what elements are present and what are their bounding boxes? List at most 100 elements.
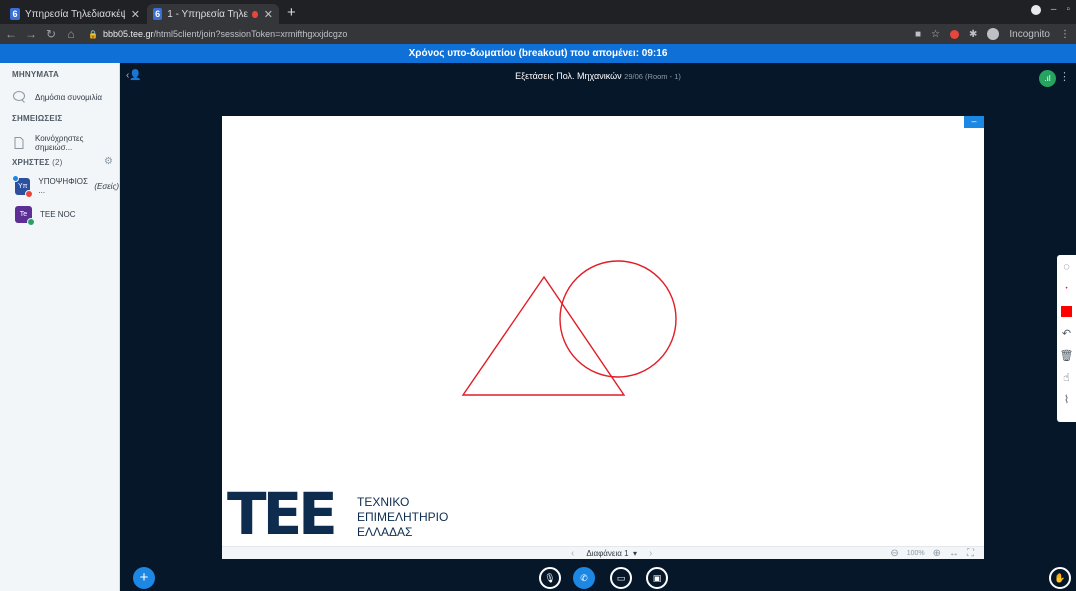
bookmark-star-icon[interactable]: ☆ <box>931 29 940 40</box>
reload-icon[interactable]: ↻ <box>42 27 60 41</box>
user-you-tag: (Εσείς) <box>94 181 119 191</box>
drawn-triangle <box>461 275 626 396</box>
browser-tab-bar: 6 Υπηρεσία Τηλεδιασκέψεων ✕ 6 1 - Υπηρεσ… <box>0 0 1076 24</box>
camera-off-button[interactable]: ▭ <box>610 567 632 589</box>
messages-header: ΜΗΝΥΜΑΤΑ <box>12 70 60 79</box>
users-settings-gear-icon[interactable]: ⚙ <box>104 156 113 167</box>
extension-icon[interactable] <box>950 29 960 39</box>
home-icon[interactable]: ⌂ <box>62 27 80 41</box>
browser-tab-2[interactable]: 6 1 - Υπηρεσία Τηλεδιασκ ✕ <box>147 4 279 24</box>
next-slide-icon[interactable]: › <box>649 548 652 559</box>
meeting-title: Εξετάσεις Πολ. Μηχανικών 29/06 (Room - 1… <box>120 71 1076 81</box>
logo-line: ΕΠΙΜΕΛΗΤΗΡΙΟ <box>357 510 449 524</box>
tab-close-icon[interactable]: ✕ <box>264 8 273 21</box>
chat-bubble-icon <box>12 90 26 104</box>
user-list-item[interactable]: Υπ ΥΠΟΨΗΦΙΟΣ ... (Εσείς) <box>12 174 119 198</box>
wb-undo-icon[interactable]: ↶ <box>1057 323 1076 343</box>
slide-navigation: ‹ Διαφάνεια 1 ▾ › <box>559 547 664 560</box>
maximize-icon[interactable]: ▫ <box>1066 4 1070 15</box>
slide-select-label: Διαφάνεια 1 <box>586 549 629 558</box>
wb-color-swatch <box>1061 305 1072 317</box>
zoom-out-icon[interactable]: ⊖ <box>890 548 898 559</box>
incognito-label: Incognito <box>1009 28 1050 40</box>
toolbar-right: ■ ☆ ✱ Incognito ⋮ <box>915 26 1070 42</box>
address-bar[interactable]: 🔒 bbb05.tee.gr /html5client/join?session… <box>88 26 928 42</box>
tee-logo: TEE ΤΕΧΝΙΚΟ ΕΠΙΜΕΛΗΤΗΡΙΟ ΕΛΛΑΔΑΣ <box>227 480 448 548</box>
previous-slide-icon[interactable]: ‹ <box>571 548 574 559</box>
wb-clear-trash-icon[interactable]: 🗑 <box>1057 345 1076 365</box>
presentation-slide[interactable]: – TEE ΤΕΧΝΙΚΟ ΕΠΙΜΕΛΗΤΗΡΙΟ ΕΛΛΑΔΑΣ <box>222 116 984 546</box>
user-list-item[interactable]: Te TEE NOC <box>15 206 76 226</box>
tab-title: 1 - Υπηρεσία Τηλεδιασκ <box>167 8 248 20</box>
notes-header: ΣΗΜΕΙΩΣΕΙΣ <box>12 114 63 123</box>
browser-toolbar: ← → ↻ ⌂ 🔒 bbb05.tee.gr /html5client/join… <box>0 24 1076 44</box>
meeting-main-area: ‹👤 Εξετάσεις Πολ. Μηχανικών 29/06 (Room … <box>120 63 1076 591</box>
fullscreen-icon[interactable]: ⛶ <box>967 548 974 559</box>
whiteboard-toolbar: ◌ • ↶ 🗑 ☝ ⌇ <box>1057 255 1076 422</box>
users-header: ΧΡΗΣΤΕΣ (2) <box>12 158 63 167</box>
tee-logo-mark: TEE <box>227 480 338 548</box>
connection-status-icon[interactable]: .ıl <box>1039 70 1056 87</box>
logo-line: ΤΕΧΝΙΚΟ <box>357 495 410 509</box>
wb-chart-icon[interactable]: ⌇ <box>1057 389 1076 409</box>
microphone-muted-button[interactable]: 🎙 <box>539 567 561 589</box>
whiteboard-drawing <box>461 260 677 396</box>
actions-plus-button[interactable]: + <box>133 567 155 589</box>
avatar-initials: Te <box>19 211 28 218</box>
presenter-badge-icon <box>12 174 19 182</box>
logo-line: ΕΛΛΑΔΑΣ <box>357 525 413 539</box>
minimize-presentation-button[interactable]: – <box>964 116 984 128</box>
minimize-icon[interactable]: – <box>1051 4 1057 15</box>
incognito-icon[interactable] <box>987 28 1000 40</box>
browser-menu-icon[interactable]: ⋮ <box>1060 29 1070 40</box>
tee-logo-text: ΤΕΧΝΙΚΟ ΕΠΙΜΕΛΗΤΗΡΙΟ ΕΛΛΑΔΑΣ <box>357 495 448 540</box>
wb-tool-shape-icon[interactable]: ◌ <box>1057 257 1076 277</box>
url-domain: bbb05.tee.gr <box>102 29 154 39</box>
browser-tab-1[interactable]: 6 Υπηρεσία Τηλεδιασκέψεων ✕ <box>4 4 146 24</box>
user-name: ΥΠΟΨΗΦΙΟΣ ... <box>38 177 88 195</box>
users-count: (2) <box>52 158 63 167</box>
screen-share-button[interactable]: ▣ <box>646 567 668 589</box>
avatar-initials: Υπ <box>17 182 28 190</box>
zoom-controls: ⊖ 100% ⊕ ↔ ⛶ <box>890 547 974 560</box>
recording-indicator-icon <box>252 10 258 18</box>
raise-hand-button[interactable]: ✋ <box>1049 567 1071 589</box>
user-name: TEE NOC <box>40 210 76 219</box>
zoom-in-icon[interactable]: ⊕ <box>933 548 941 559</box>
user-list-sidebar: ΜΗΝΥΜΑΤΑ Δημόσια συνομιλία ΣΗΜΕΙΩΣΕΙΣ Κο… <box>0 63 120 591</box>
drawn-circle <box>559 260 677 378</box>
leave-audio-phone-button[interactable]: ✆ <box>573 567 595 589</box>
zoom-level: 100% <box>906 550 925 557</box>
camera-blocked-icon[interactable]: ■ <box>915 29 921 40</box>
user-status-icon <box>27 218 35 226</box>
forward-icon[interactable]: → <box>22 27 40 41</box>
more-options-icon[interactable]: ⋮ <box>1059 70 1070 83</box>
new-tab-button[interactable]: + <box>287 4 296 21</box>
extensions-puzzle-icon[interactable]: ✱ <box>969 29 977 40</box>
tab-favicon-icon: 6 <box>153 8 163 20</box>
wb-color-picker[interactable] <box>1057 301 1076 321</box>
user-avatar: Υπ <box>12 174 34 198</box>
chevron-down-icon: ▾ <box>630 549 638 558</box>
window-controls: – ▫ <box>1030 4 1070 15</box>
tab-close-icon[interactable]: ✕ <box>131 8 140 21</box>
public-chat-label: Δημόσια συνομιλία <box>35 92 102 102</box>
bbb-window: 6 Υπηρεσία Τηλεδιασκέψεων ✕ 6 1 - Υπηρεσ… <box>0 0 1076 591</box>
shared-notes-label: Κοινόχρηστες σημειώσ... <box>35 134 84 152</box>
fit-width-icon[interactable]: ↔ <box>949 548 959 559</box>
profile-icon[interactable] <box>1030 4 1041 15</box>
user-avatar: Te <box>15 206 35 226</box>
url-path: /html5client/join?sessionToken=xrmifthgx… <box>153 29 348 39</box>
tab-title: Υπηρεσία Τηλεδιασκέψεων <box>24 8 125 20</box>
wb-thickness-icon[interactable]: • <box>1057 279 1076 299</box>
wb-multiuser-icon[interactable]: ☝ <box>1057 367 1076 387</box>
meeting-room-info: 29/06 (Room - 1) <box>624 72 681 81</box>
public-chat-item[interactable]: Δημόσια συνομιλία <box>12 90 102 104</box>
lock-icon: 🔒 <box>88 29 98 39</box>
meeting-name: Εξετάσεις Πολ. Μηχανικών <box>515 71 622 81</box>
shared-notes-item[interactable]: Κοινόχρηστες σημειώσ... <box>12 134 119 152</box>
back-icon[interactable]: ← <box>2 27 20 41</box>
presentation-toolbar: ‹ Διαφάνεια 1 ▾ › ⊖ 100% ⊕ ↔ ⛶ <box>222 546 984 559</box>
users-header-label: ΧΡΗΣΤΕΣ <box>12 158 50 167</box>
slide-select[interactable]: Διαφάνεια 1 ▾ <box>586 549 637 558</box>
